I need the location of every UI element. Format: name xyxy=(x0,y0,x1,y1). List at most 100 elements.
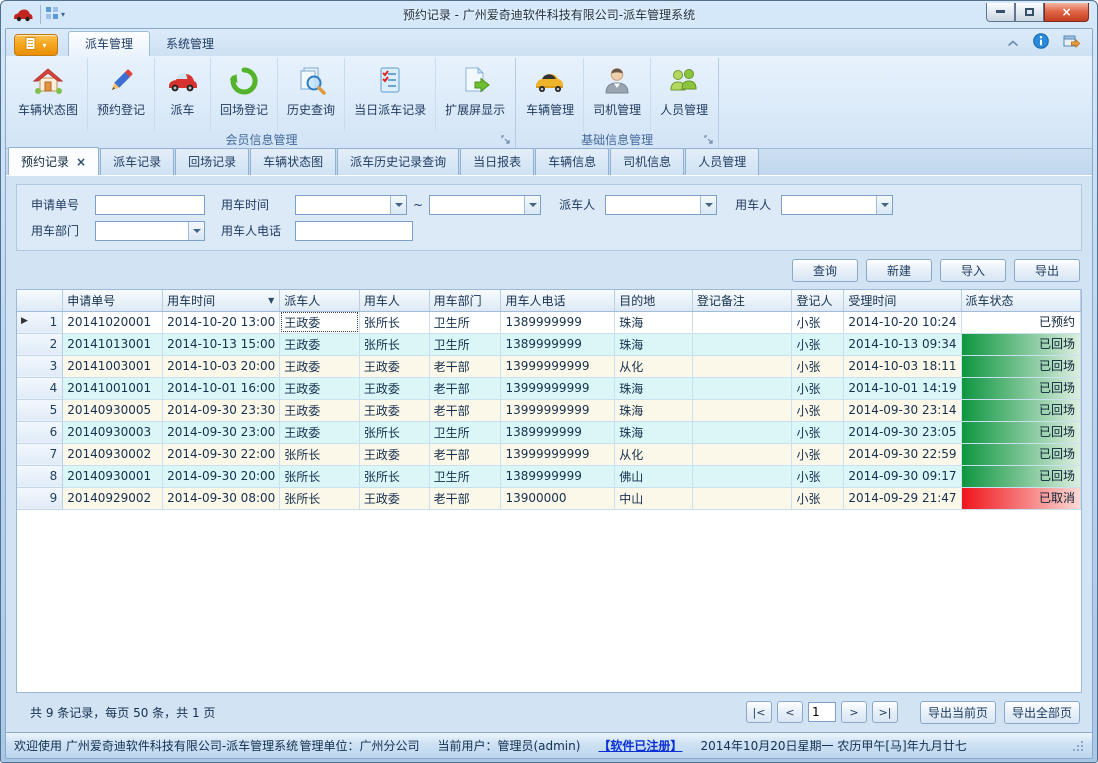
grid-cell[interactable]: 已回场 xyxy=(961,333,1080,355)
grid-cell[interactable]: 老干部 xyxy=(429,487,501,509)
table-row[interactable]: ▶1201410200012014-10-20 13:00王政委张所长卫生所13… xyxy=(17,311,1081,333)
table-row[interactable]: 8201409300012014-09-30 20:00张所长张所长卫生所138… xyxy=(17,465,1081,487)
grid-cell[interactable]: 王政委 xyxy=(280,311,360,333)
row-header[interactable]: 5 xyxy=(17,399,63,421)
row-header[interactable]: 9 xyxy=(17,487,63,509)
grid-cell[interactable]: 13900000 xyxy=(501,487,615,509)
minimize-button[interactable] xyxy=(986,3,1015,22)
grid-cell[interactable] xyxy=(692,421,792,443)
grid-cell[interactable]: 王政委 xyxy=(359,443,429,465)
grid-cell[interactable]: 张所长 xyxy=(359,311,429,333)
grid-cell[interactable] xyxy=(692,465,792,487)
ribbon-tab-system[interactable]: 系统管理 xyxy=(150,32,230,56)
column-header[interactable]: 目的地 xyxy=(615,290,693,311)
ribbon-button[interactable]: 车辆管理 xyxy=(517,58,584,131)
ribbon-tab-dispatch[interactable]: 派车管理 xyxy=(68,31,150,56)
grid-cell[interactable]: 2014-10-13 15:00 xyxy=(163,333,280,355)
chevron-down-icon[interactable] xyxy=(700,196,716,214)
grid-cell[interactable]: 小张 xyxy=(792,377,844,399)
next-page-button[interactable]: > xyxy=(841,701,867,723)
grid-cell[interactable]: 王政委 xyxy=(280,399,360,421)
grid-cell[interactable]: 王政委 xyxy=(280,355,360,377)
grid-cell[interactable]: 20141013001 xyxy=(63,333,163,355)
column-header[interactable]: 登记备注 xyxy=(692,290,792,311)
grid-cell[interactable]: 珠海 xyxy=(615,333,693,355)
grid-cell[interactable]: 王政委 xyxy=(280,333,360,355)
table-row[interactable]: 5201409300052014-09-30 23:30王政委王政委老干部139… xyxy=(17,399,1081,421)
chevron-down-icon[interactable] xyxy=(390,196,406,214)
ribbon-button[interactable]: 回场登记 xyxy=(211,58,278,131)
row-header[interactable]: 6 xyxy=(17,421,63,443)
grid-cell[interactable]: 20141001001 xyxy=(63,377,163,399)
row-header[interactable]: 8 xyxy=(17,465,63,487)
grid-cell[interactable] xyxy=(692,377,792,399)
grid-cell[interactable] xyxy=(692,487,792,509)
new-button[interactable]: 新建 xyxy=(866,259,932,282)
grid-cell[interactable]: 2014-09-30 20:00 xyxy=(163,465,280,487)
ribbon-button[interactable]: 司机管理 xyxy=(584,58,651,131)
grid-cell[interactable]: 已回场 xyxy=(961,465,1080,487)
ribbon-button[interactable]: 人员管理 xyxy=(651,58,717,131)
grid-cell[interactable]: 王政委 xyxy=(359,355,429,377)
document-tab[interactable]: 当日报表 xyxy=(460,148,534,175)
grid-cell[interactable]: 20140930003 xyxy=(63,421,163,443)
application-menu-button[interactable]: ▾ xyxy=(14,34,58,56)
grid-cell[interactable]: 小张 xyxy=(792,333,844,355)
grid-cell[interactable]: 2014-10-20 10:24 xyxy=(844,311,961,333)
grid-cell[interactable] xyxy=(692,333,792,355)
ribbon-button[interactable]: 车辆状态图 xyxy=(9,58,88,131)
column-header[interactable]: 用车时间▼ xyxy=(163,290,280,311)
dispatcher-select[interactable] xyxy=(605,195,717,215)
grid-cell[interactable]: 老干部 xyxy=(429,443,501,465)
use-time-from-select[interactable] xyxy=(295,195,407,215)
title-bar[interactable]: ▾ 预约记录 - 广州爱奇迪软件科技有限公司-派车管理系统 × xyxy=(5,1,1093,28)
ribbon-button[interactable]: 历史查询 xyxy=(278,58,345,131)
use-time-to-select[interactable] xyxy=(429,195,541,215)
grid-cell[interactable]: 1389999999 xyxy=(501,465,615,487)
row-header[interactable]: 2 xyxy=(17,333,63,355)
column-header[interactable]: 登记人 xyxy=(792,290,844,311)
grid-cell[interactable]: 小张 xyxy=(792,487,844,509)
apply-no-input[interactable] xyxy=(95,195,205,215)
document-tab[interactable]: 派车历史记录查询 xyxy=(337,148,459,175)
ribbon-button[interactable]: 预约登记 xyxy=(88,58,155,131)
grid-cell[interactable]: 2014-09-30 23:05 xyxy=(844,421,961,443)
column-header[interactable]: 派车状态 xyxy=(961,290,1080,311)
grid-cell[interactable]: 1389999999 xyxy=(501,311,615,333)
grid-cell[interactable]: 王政委 xyxy=(280,377,360,399)
grid-cell[interactable] xyxy=(692,311,792,333)
grid-cell[interactable]: 20140930002 xyxy=(63,443,163,465)
grid-cell[interactable]: 老干部 xyxy=(429,377,501,399)
license-registered-link[interactable]: 【软件已注册】 xyxy=(598,737,682,754)
ribbon-button[interactable]: 派车 xyxy=(155,58,211,131)
grid-cell[interactable]: 中山 xyxy=(615,487,693,509)
grid-cell[interactable]: 2014-09-29 21:47 xyxy=(844,487,961,509)
grid-cell[interactable]: 2014-09-30 23:00 xyxy=(163,421,280,443)
grid-cell[interactable]: 13999999999 xyxy=(501,377,615,399)
row-header[interactable]: 7 xyxy=(17,443,63,465)
chevron-down-icon[interactable] xyxy=(524,196,540,214)
dialog-launcher-icon[interactable] xyxy=(501,135,511,145)
document-tab[interactable]: 回场记录 xyxy=(175,148,249,175)
grid-cell[interactable]: 20141020001 xyxy=(63,311,163,333)
close-icon[interactable]: × xyxy=(76,157,86,167)
grid-cell[interactable]: 2014-09-30 23:30 xyxy=(163,399,280,421)
ribbon-collapse-chevron-up-icon[interactable] xyxy=(1007,36,1019,50)
grid-cell[interactable]: 小张 xyxy=(792,443,844,465)
table-row[interactable]: 9201409290022014-09-30 08:00张所长王政委老干部139… xyxy=(17,487,1081,509)
grid-cell[interactable]: 已回场 xyxy=(961,355,1080,377)
grid-cell[interactable]: 2014-09-30 22:59 xyxy=(844,443,961,465)
last-page-button[interactable]: >| xyxy=(872,701,898,723)
grid-cell[interactable]: 20140929002 xyxy=(63,487,163,509)
grid-cell[interactable]: 卫生所 xyxy=(429,333,501,355)
chevron-down-icon[interactable] xyxy=(188,222,204,240)
grid-cell[interactable]: 王政委 xyxy=(359,377,429,399)
grid-cell[interactable]: 2014-10-01 16:00 xyxy=(163,377,280,399)
grid-cell[interactable]: 从化 xyxy=(615,355,693,377)
document-tab[interactable]: 派车记录 xyxy=(100,148,174,175)
grid-cell[interactable]: 珠海 xyxy=(615,421,693,443)
dialog-launcher-icon[interactable] xyxy=(704,135,714,145)
row-header[interactable]: ▶1 xyxy=(17,311,63,333)
grid-cell[interactable]: 卫生所 xyxy=(429,311,501,333)
export-all-pages-button[interactable]: 导出全部页 xyxy=(1004,701,1080,724)
